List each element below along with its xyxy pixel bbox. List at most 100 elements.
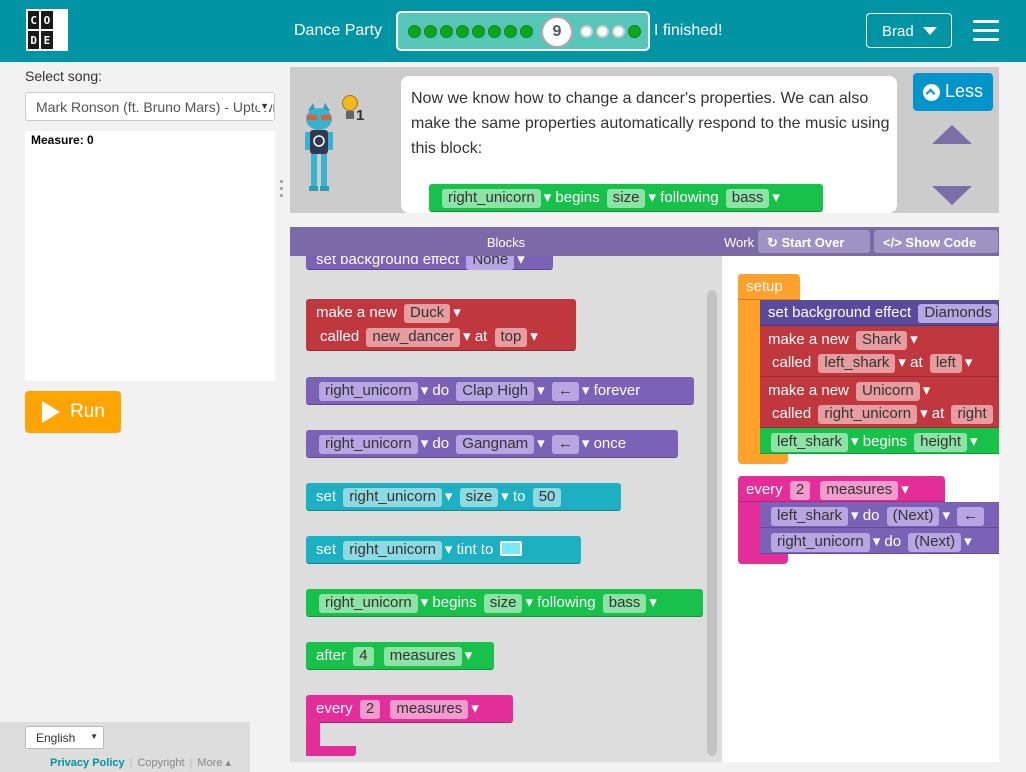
effect-field[interactable]: Diamonds bbox=[918, 304, 998, 323]
scroll-up-arrow-icon[interactable] bbox=[932, 125, 972, 144]
level-dot-completed[interactable] bbox=[488, 25, 501, 38]
dancer-field[interactable]: right_unicorn bbox=[343, 488, 442, 507]
code-logo[interactable]: C O D E bbox=[26, 9, 68, 51]
number-field[interactable]: 4 bbox=[353, 647, 374, 666]
dancer-field[interactable]: left_shark bbox=[771, 433, 849, 452]
block-text: set background effect bbox=[316, 256, 460, 268]
every-measures-block[interactable]: every 2 measures ▾ bbox=[306, 695, 513, 723]
dancer-field[interactable]: left_shark bbox=[771, 507, 849, 526]
user-menu-button[interactable]: Brad bbox=[866, 13, 952, 48]
number-field[interactable]: 2 bbox=[789, 481, 811, 500]
property-field[interactable]: size bbox=[459, 488, 499, 507]
finished-link[interactable]: I finished! bbox=[654, 22, 722, 40]
level-dot-completed[interactable] bbox=[504, 25, 517, 38]
ws-make-unicorn-block[interactable]: make a new Unicorn ▾ called right_unicorn… bbox=[760, 377, 999, 428]
level-dot-completed[interactable] bbox=[408, 25, 421, 38]
direction-field[interactable]: ← bbox=[551, 382, 579, 401]
level-dot-completed[interactable] bbox=[440, 25, 453, 38]
level-dot-todo[interactable] bbox=[580, 25, 593, 38]
level-dot-completed[interactable] bbox=[628, 25, 641, 38]
costume-field[interactable]: Duck bbox=[404, 304, 451, 323]
location-field[interactable]: right bbox=[951, 405, 993, 424]
set-tint-block[interactable]: set right_unicorn ▾ tint to bbox=[306, 536, 581, 564]
range-field[interactable]: bass bbox=[602, 594, 647, 613]
current-level[interactable]: 9 bbox=[541, 16, 573, 48]
property-field[interactable]: size bbox=[606, 189, 646, 208]
do-move-once-block[interactable]: right_unicorn ▾ do Gangnam ▾ ← ▾ once bbox=[306, 430, 678, 458]
dancer-field[interactable]: right_unicorn bbox=[319, 435, 418, 454]
level-dot-completed[interactable] bbox=[520, 25, 533, 38]
ws-unicorn-do-block[interactable]: right_unicorn ▾ do (Next) ▾ bbox=[760, 528, 999, 554]
example-begins-following-block[interactable]: right_unicorn ▾ begins size ▾ following ba… bbox=[429, 184, 823, 212]
level-dot-todo[interactable] bbox=[612, 25, 625, 38]
property-field[interactable]: height bbox=[914, 433, 967, 452]
dancer-field[interactable]: right_unicorn bbox=[319, 594, 418, 613]
toolbox-scrollbar[interactable] bbox=[707, 290, 717, 756]
move-field[interactable]: (Next) bbox=[908, 533, 962, 552]
color-swatch[interactable] bbox=[500, 541, 523, 556]
location-field[interactable]: top bbox=[494, 328, 528, 347]
run-button[interactable]: Run bbox=[25, 391, 121, 433]
value-field[interactable]: 50 bbox=[532, 488, 562, 507]
hamburger-menu-icon[interactable] bbox=[973, 20, 999, 42]
instructions-resize-handle[interactable] bbox=[634, 217, 654, 230]
move-field[interactable]: Gangnam bbox=[456, 435, 535, 454]
dancer-field[interactable]: right_unicorn bbox=[442, 189, 541, 208]
level-dot-todo[interactable] bbox=[596, 25, 609, 38]
ws-shark-do-block[interactable]: left_shark ▾ do (Next) ▾ ← bbox=[760, 502, 999, 528]
do-move-forever-block[interactable]: right_unicorn ▾ do Clap High ▾ ← ▾ forever bbox=[306, 377, 694, 405]
dancer-field[interactable]: right_unicorn bbox=[343, 541, 442, 560]
name-field[interactable]: left_shark bbox=[818, 354, 896, 373]
sidebar-resize-handle[interactable] bbox=[280, 180, 285, 204]
direction-field[interactable]: ← bbox=[551, 435, 579, 454]
block-text: make a new bbox=[768, 331, 849, 348]
make-new-dancer-block[interactable]: make a new Duck ▾ called new_dancer ▾ at t… bbox=[306, 299, 576, 351]
name-field[interactable]: right_unicorn bbox=[818, 405, 918, 424]
instructions-panel: 1 Now we know how to change a dancer's p… bbox=[290, 67, 999, 213]
unit-field[interactable]: measures bbox=[820, 481, 899, 500]
show-code-button[interactable]: </> Show Code bbox=[874, 230, 998, 253]
copyright-link[interactable]: Copyright bbox=[137, 757, 184, 769]
block-text: do bbox=[884, 533, 902, 550]
scroll-down-arrow-icon[interactable] bbox=[932, 186, 972, 205]
less-button[interactable]: Less bbox=[913, 73, 993, 111]
start-over-button[interactable]: ↻ Start Over bbox=[758, 230, 870, 253]
begins-following-block[interactable]: right_unicorn ▾ begins size ▾ following ba… bbox=[306, 589, 703, 617]
move-field[interactable]: Clap High bbox=[456, 382, 535, 401]
set-background-effect-block[interactable]: set background effect None ▾ bbox=[306, 256, 553, 270]
ws-every-measures-block[interactable]: every 2 measures ▾ bbox=[738, 476, 945, 502]
after-measures-block[interactable]: after 4 measures ▾ bbox=[306, 642, 494, 670]
song-select[interactable]: Mark Ronson (ft. Bruno Mars) - Uptown Fu… bbox=[25, 92, 275, 121]
block-text: begins bbox=[862, 433, 907, 450]
ws-begins-following-block[interactable]: left_shark ▾ begins height ▾ bbox=[760, 428, 999, 454]
dance-stage: Measure: 0 bbox=[25, 131, 275, 381]
location-field[interactable]: left bbox=[929, 354, 962, 373]
hint-lightbulb-icon[interactable]: 1 bbox=[342, 95, 366, 125]
level-dot-completed[interactable] bbox=[472, 25, 485, 38]
setup-block[interactable]: setup bbox=[738, 274, 800, 300]
more-link[interactable]: More bbox=[197, 757, 222, 769]
level-dot-completed[interactable] bbox=[456, 25, 469, 38]
property-field[interactable]: size bbox=[483, 594, 523, 613]
language-select[interactable]: English ▼ bbox=[25, 726, 104, 749]
level-title[interactable]: Dance Party bbox=[294, 22, 382, 40]
unit-field[interactable]: measures bbox=[390, 700, 469, 719]
dancer-field[interactable]: right_unicorn bbox=[319, 382, 418, 401]
level-dot-completed[interactable] bbox=[424, 25, 437, 38]
workspace-label: Work bbox=[724, 235, 755, 250]
ws-make-shark-block[interactable]: make a new Shark ▾ called left_shark ▾ at … bbox=[760, 326, 999, 377]
dancer-field[interactable]: right_unicorn bbox=[771, 533, 870, 552]
privacy-policy-link[interactable]: Privacy Policy bbox=[50, 757, 125, 769]
name-field[interactable]: new_dancer bbox=[366, 328, 461, 347]
costume-field[interactable]: Shark bbox=[856, 331, 908, 350]
move-field[interactable]: (Next) bbox=[886, 507, 940, 526]
number-field[interactable]: 2 bbox=[359, 700, 381, 719]
unit-field[interactable]: measures bbox=[383, 647, 462, 666]
block-text: tint to bbox=[456, 541, 494, 558]
set-property-block[interactable]: set right_unicorn ▾ size ▾ to 50 bbox=[306, 483, 621, 511]
costume-field[interactable]: Unicorn bbox=[856, 382, 920, 401]
range-field[interactable]: bass bbox=[725, 189, 770, 208]
effect-field[interactable]: None bbox=[466, 256, 515, 270]
ws-set-background-block[interactable]: set background effect Diamonds bbox=[760, 300, 999, 326]
direction-field[interactable]: ← bbox=[957, 507, 985, 526]
